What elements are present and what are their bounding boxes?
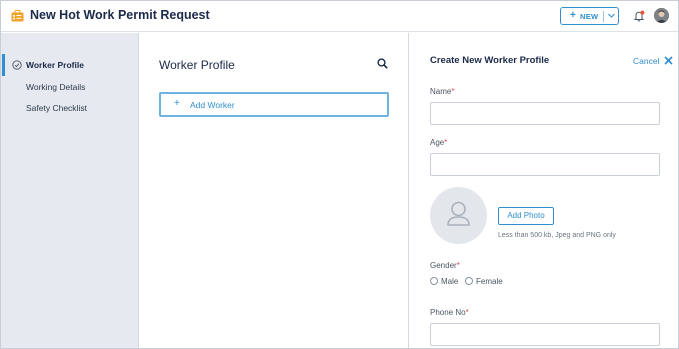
- sidebar-item-label: Worker Profile: [26, 60, 84, 70]
- name-label-text: Name: [430, 87, 452, 96]
- worker-profile-panel: Worker Profile + Add Worker: [140, 33, 409, 348]
- person-icon: [447, 201, 470, 226]
- form-title: Create New Worker Profile: [430, 55, 550, 66]
- required-marker: *: [451, 87, 455, 96]
- gender-female-radio[interactable]: [465, 277, 473, 285]
- header-bar: New Hot Work Permit Request + NEW: [1, 1, 678, 32]
- new-button[interactable]: + NEW: [560, 7, 619, 25]
- create-worker-form: Create New Worker Profile Cancel Name* A…: [410, 33, 678, 348]
- required-marker: *: [465, 308, 469, 317]
- gender-label-text: Gender: [430, 261, 457, 270]
- add-worker-label: Add Worker: [190, 100, 235, 110]
- section-title: Worker Profile: [159, 58, 235, 72]
- page-title: New Hot Work Permit Request: [30, 8, 210, 22]
- sidebar-item-label: Working Details: [26, 82, 86, 92]
- photo-hint: Less than 500 kb, Jpeg and PNG only: [498, 232, 616, 239]
- briefcase-icon: [11, 10, 24, 22]
- close-icon[interactable]: [664, 56, 673, 65]
- active-indicator: [2, 54, 5, 76]
- gender-label: Gender*: [430, 261, 460, 270]
- gender-male-label[interactable]: Male: [441, 277, 458, 286]
- steps-sidebar: Worker Profile Working Details Safety Ch…: [1, 33, 139, 348]
- bell-icon[interactable]: [633, 10, 645, 22]
- search-icon[interactable]: [377, 58, 388, 69]
- age-field[interactable]: [430, 153, 660, 176]
- gender-female-label[interactable]: Female: [476, 277, 503, 286]
- new-button-divider: [603, 11, 604, 22]
- name-label: Name*: [430, 87, 454, 96]
- photo-placeholder: [430, 187, 487, 244]
- phone-label: Phone No*: [430, 308, 469, 317]
- age-label: Age*: [430, 138, 447, 147]
- add-photo-button[interactable]: Add Photo: [498, 207, 554, 225]
- chevron-down-icon[interactable]: [607, 11, 616, 20]
- required-marker: *: [456, 261, 460, 270]
- plus-icon: +: [174, 98, 180, 109]
- sidebar-item-worker-profile[interactable]: Worker Profile: [1, 54, 138, 76]
- phone-field[interactable]: [430, 323, 660, 346]
- age-label-text: Age: [430, 138, 445, 147]
- sidebar-item-working-details[interactable]: Working Details: [1, 76, 138, 98]
- add-worker-button[interactable]: + Add Worker: [159, 92, 389, 117]
- new-button-label: NEW: [580, 12, 599, 21]
- name-field[interactable]: [430, 102, 660, 125]
- gender-male-radio[interactable]: [430, 277, 438, 285]
- sidebar-item-label: Safety Checklist: [26, 103, 87, 113]
- sidebar-item-safety-checklist[interactable]: Safety Checklist: [1, 97, 138, 119]
- user-photo-icon: [654, 8, 669, 23]
- phone-label-text: Phone No: [430, 308, 466, 317]
- app-window: New Hot Work Permit Request + NEW Worker…: [0, 0, 679, 349]
- avatar[interactable]: [654, 8, 669, 23]
- required-marker: *: [444, 138, 448, 147]
- check-circle-icon: [12, 60, 22, 70]
- plus-icon: +: [570, 10, 576, 21]
- cancel-link[interactable]: Cancel: [633, 56, 659, 66]
